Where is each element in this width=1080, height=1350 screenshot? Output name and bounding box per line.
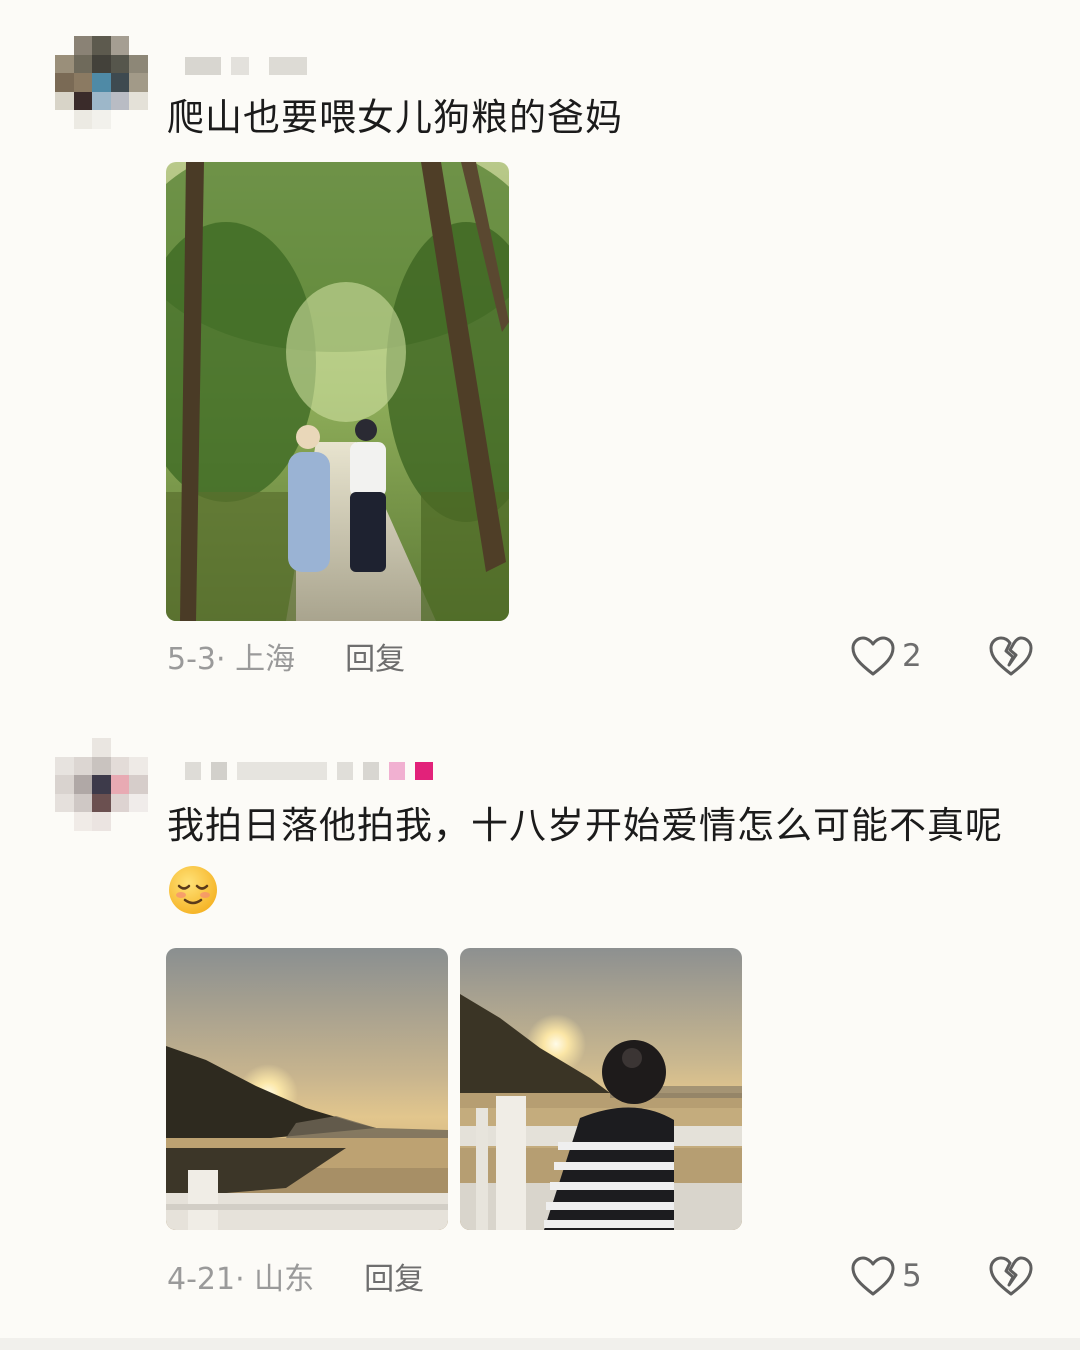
like-button[interactable]: 5 [850,1254,922,1298]
sunset-lake-photo [166,948,448,1230]
comment-item: 我拍日落他拍我，十八岁开始爱情怎么可能不真呢 4-21· 山东 回复 5 [0,700,1080,1340]
comment-text: 爬山也要喂女儿狗粮的爸妈 [167,96,623,139]
reply-button[interactable]: 回复 [345,634,405,678]
comment-text: 我拍日落他拍我，十八岁开始爱情怎么可能不真呢 [167,792,1037,928]
date-location: 4-21· 山东 [167,1262,315,1297]
dislike-button[interactable] [988,634,1034,678]
like-button[interactable]: 2 [850,634,922,678]
like-count: 5 [902,1258,922,1294]
username[interactable] [185,55,307,77]
date-location: 5-3· 上海 [167,642,296,677]
comment-item: 爬山也要喂女儿狗粮的爸妈 5-3· 上海 回复 2 [0,0,1080,700]
comment-photo[interactable] [166,948,448,1230]
bottom-divider [0,1338,1080,1350]
heart-outline-icon [851,1256,895,1296]
broken-heart-icon [989,1256,1033,1296]
comment-photo[interactable] [460,948,742,1230]
comment-meta: 5-3· 上海 回复 [167,634,405,678]
reply-button[interactable]: 回复 [364,1254,424,1298]
avatar[interactable] [55,36,148,129]
dislike-button[interactable] [988,1254,1034,1298]
comment-photo[interactable] [166,162,509,621]
forest-path-photo [166,162,509,621]
username[interactable] [185,760,433,782]
smiling-face-with-closed-eyes-icon [167,864,219,916]
heart-outline-icon [851,636,895,676]
woman-photographing-sunset-photo [460,948,742,1230]
comment-meta: 4-21· 山东 回复 [167,1254,424,1298]
broken-heart-icon [989,636,1033,676]
like-count: 2 [902,638,922,674]
avatar[interactable] [55,738,148,831]
